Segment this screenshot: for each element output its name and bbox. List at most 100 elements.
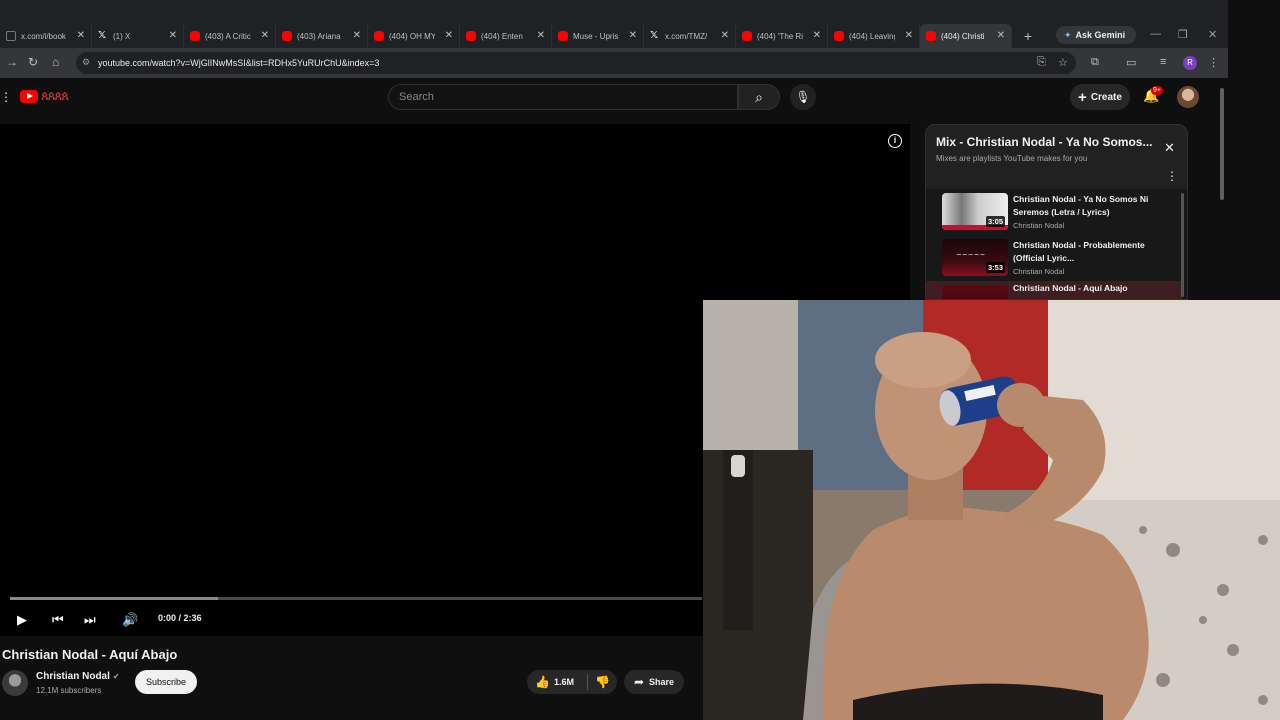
ask-gemini-button[interactable]: ✦ Ask Gemini xyxy=(1056,26,1136,44)
browser-menu-icon[interactable]: ⋮ xyxy=(1208,56,1219,69)
close-icon[interactable]: ✕ xyxy=(629,30,637,41)
new-tab-button[interactable]: + xyxy=(1016,24,1040,48)
browser-tab[interactable]: Muse - Upris ✕ xyxy=(552,24,644,48)
webcam-overlay xyxy=(703,300,1280,720)
search-input[interactable]: Search xyxy=(388,84,738,110)
playlist-panel: Mix - Christian Nodal - Ya No Somos... M… xyxy=(925,124,1188,300)
browser-tab[interactable]: 𝕏x.com/TMZ/ ✕ xyxy=(644,24,736,48)
browser-tab[interactable]: (404) Enten ✕ xyxy=(460,24,552,48)
playlist-item-channel: Christian Nodal xyxy=(1013,267,1065,276)
close-icon[interactable]: ✕ xyxy=(997,30,1005,41)
close-icon[interactable]: ✕ xyxy=(721,30,729,41)
next-icon[interactable]: ⏭ xyxy=(84,612,96,628)
close-icon[interactable]: ✕ xyxy=(537,30,545,41)
video-title: Christian Nodal - Aquí Abajo xyxy=(2,647,178,662)
video-thumbnail[interactable]: 3:05 xyxy=(942,193,1008,230)
url-text: youtube.com/watch?v=WjGlINwMsSI&list=RDH… xyxy=(98,58,380,68)
page-scrollbar[interactable] xyxy=(1220,88,1224,200)
youtube-doodle-icon[interactable]: ጰጰጰጰ xyxy=(41,88,69,104)
browser-tab[interactable]: (404) Leaving ✕ xyxy=(828,24,920,48)
close-icon[interactable]: ✕ xyxy=(261,30,269,41)
close-icon[interactable]: ✕ xyxy=(813,30,821,41)
close-icon[interactable]: ✕ xyxy=(1164,140,1175,156)
tab-title: (404) 'The Ri xyxy=(757,31,803,41)
plus-icon: + xyxy=(1078,88,1087,106)
cast-icon[interactable]: ⎘ xyxy=(1037,56,1046,69)
tab-title: x.com/TMZ/ xyxy=(665,31,708,41)
minimize-icon[interactable]: — xyxy=(1150,28,1161,40)
browser-tab-active[interactable]: (404) Christi ✕ xyxy=(920,24,1012,48)
guide-menu-icon[interactable]: ⋮ xyxy=(0,90,12,104)
browser-tab[interactable]: (403) Ariana ✕ xyxy=(276,24,368,48)
playlist-item-title[interactable]: Christian Nodal - Aquí Abajo xyxy=(1013,282,1153,295)
play-icon[interactable]: ▶ xyxy=(17,612,27,628)
subscribe-button[interactable]: Subscribe xyxy=(135,670,197,694)
reload-icon[interactable]: ↻ xyxy=(28,55,38,69)
site-info-icon[interactable]: ⚙ xyxy=(82,57,90,68)
playlist-item-title[interactable]: Christian Nodal - Probablemente (Officia… xyxy=(1013,239,1153,265)
tab-title: (404) OH MY xyxy=(389,31,435,41)
url-bar[interactable]: ⚙ youtube.com/watch?v=WjGlINwMsSI&list=R… xyxy=(76,52,1076,74)
youtube-logo[interactable] xyxy=(20,90,38,103)
browser-tab[interactable]: (404) OH MY ✕ xyxy=(368,24,460,48)
bookmark-star-icon[interactable]: ☆ xyxy=(1058,56,1068,69)
close-icon[interactable]: ✕ xyxy=(445,30,453,41)
playlist-title[interactable]: Mix - Christian Nodal - Ya No Somos... xyxy=(936,135,1152,149)
playlist-item-title[interactable]: Christian Nodal - Ya No Somos Ni Seremos… xyxy=(1013,193,1153,219)
playlist-item[interactable]: 3:05 Christian Nodal - Ya No Somos Ni Se… xyxy=(926,189,1182,235)
more-options-icon[interactable]: ⋮ xyxy=(1166,169,1178,183)
info-icon[interactable]: i xyxy=(888,134,902,148)
gemini-label: Ask Gemini xyxy=(1075,30,1126,40)
dislike-icon[interactable]: 👎 xyxy=(595,675,610,689)
video-thumbnail[interactable]: ~~~~~ 3:53 xyxy=(942,239,1008,276)
side-panel-icon[interactable]: ▭ xyxy=(1126,56,1136,69)
close-icon[interactable]: ✕ xyxy=(169,30,177,41)
video-thumbnail[interactable] xyxy=(942,285,1008,299)
browser-profile-avatar[interactable]: R xyxy=(1183,56,1197,70)
close-window-icon[interactable]: ✕ xyxy=(1208,28,1217,41)
close-icon[interactable]: ✕ xyxy=(77,30,85,41)
search-icon: ⌕ xyxy=(755,89,763,105)
extensions-icon[interactable]: ⧉ xyxy=(1091,56,1099,69)
browser-tab[interactable]: x.com/i/book ✕ xyxy=(0,24,92,48)
verified-icon: ✔ xyxy=(112,672,120,681)
previous-icon[interactable]: ⏮ xyxy=(52,612,64,628)
youtube-icon xyxy=(190,31,200,41)
media-icon[interactable]: ≡ xyxy=(1160,56,1166,68)
progress-bar[interactable] xyxy=(10,597,702,600)
channel-name[interactable]: Christian Nodal ✔ xyxy=(36,671,120,682)
search-button[interactable]: ⌕ xyxy=(738,84,780,110)
divider xyxy=(587,674,588,690)
tab-title: (403) Ariana xyxy=(297,31,341,41)
browser-tab[interactable]: (403) A Critic ✕ xyxy=(184,24,276,48)
playlist-item[interactable]: ~~~~~ 3:53 Christian Nodal - Probablemen… xyxy=(926,235,1182,281)
volume-icon[interactable]: 🔊 xyxy=(122,612,138,628)
channel-name-text[interactable]: Christian Nodal xyxy=(36,671,110,682)
home-icon[interactable]: ⌂ xyxy=(52,55,59,69)
playlist-item-channel: Christian Nodal xyxy=(1013,221,1065,230)
browser-tab-bar: x.com/i/book ✕ 𝕏 (1) X ✕ (403) A Critic ✕ (4… xyxy=(0,0,1228,48)
browser-tab[interactable]: (404) 'The Ri ✕ xyxy=(736,24,828,48)
forward-icon[interactable]: → xyxy=(6,55,18,69)
youtube-icon xyxy=(742,31,752,41)
close-icon[interactable]: ✕ xyxy=(353,30,361,41)
channel-avatar[interactable] xyxy=(2,670,28,696)
share-button[interactable]: ➦ Share xyxy=(624,670,684,694)
notification-badge: 9+ xyxy=(1151,86,1163,95)
playlist-item-current[interactable]: Christian Nodal - Aquí Abajo xyxy=(926,281,1182,299)
gemini-sparkle-icon: ✦ xyxy=(1064,29,1072,40)
youtube-icon xyxy=(558,31,568,41)
like-icon[interactable]: 👍 xyxy=(535,675,550,689)
like-dislike-group: 👍 1.6M 👎 xyxy=(527,670,617,694)
like-count[interactable]: 1.6M xyxy=(554,677,574,687)
browser-tab[interactable]: 𝕏 (1) X ✕ xyxy=(92,24,184,48)
thumbnail-script-text: ~~~~~ xyxy=(956,251,986,259)
restore-icon[interactable]: ❐ xyxy=(1178,28,1188,41)
account-avatar[interactable] xyxy=(1177,86,1199,108)
create-button[interactable]: + Create xyxy=(1070,84,1130,110)
youtube-icon xyxy=(282,31,292,41)
tab-title: (404) Leaving xyxy=(849,31,895,41)
playlist-scrollbar[interactable] xyxy=(1181,193,1184,297)
close-icon[interactable]: ✕ xyxy=(905,30,913,41)
voice-search-button[interactable]: 🎙 xyxy=(790,84,816,110)
